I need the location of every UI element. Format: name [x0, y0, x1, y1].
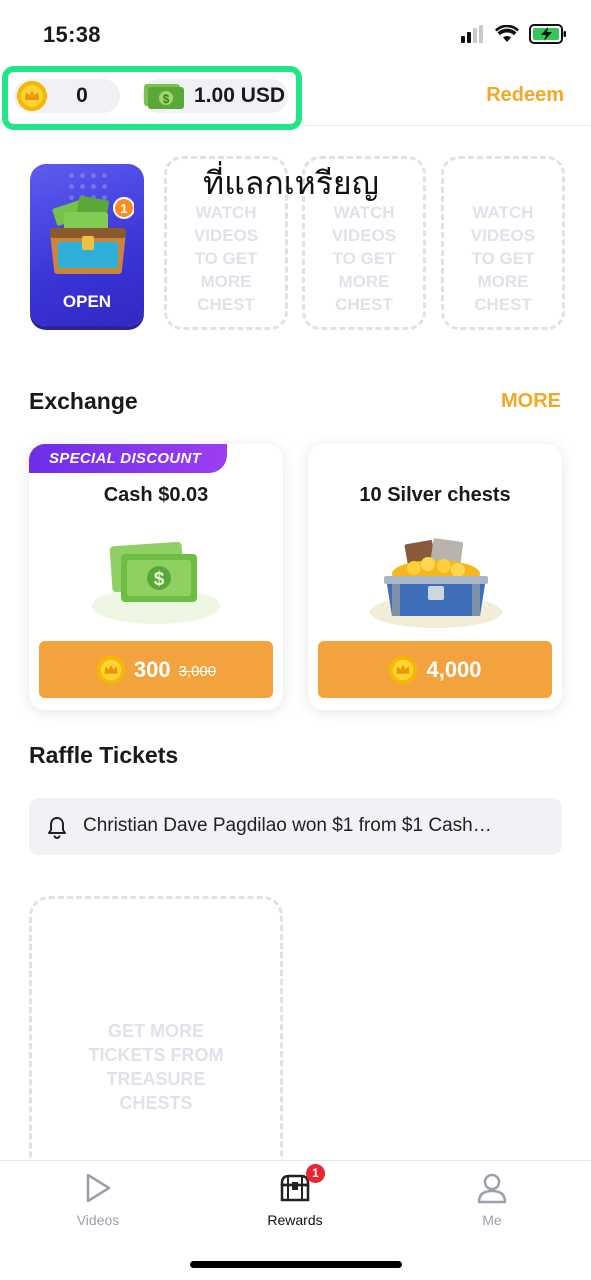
price-value: 4,000: [426, 656, 482, 682]
wallet-header: 0 $ 1.00 USD Redeem: [0, 64, 591, 130]
redeem-link[interactable]: Redeem: [486, 84, 564, 107]
battery-charging-icon: [529, 24, 566, 44]
empty-slot-text: WATCH VIDEOS TO GET MORE CHEST: [193, 203, 259, 314]
ticker-text: Christian Dave Pagdilao won $1 from $1 C…: [83, 815, 492, 836]
original-price: 3,000: [178, 662, 217, 680]
exchange-card-title: 10 Silver chests: [359, 484, 511, 506]
tab-label: Rewards: [267, 1212, 323, 1228]
gold-coin-icon: [96, 655, 125, 684]
empty-slot-text: WATCH VIDEOS TO GET MORE CHEST: [470, 203, 536, 314]
empty-ticket-text: GET MORE TICKETS FROM TREASURE CHESTS: [88, 1021, 224, 1113]
exchange-buy-button[interactable]: 4,000: [318, 641, 552, 698]
rewards-notification-badge: 1: [306, 1164, 325, 1183]
special-discount-badge: SPECIAL DISCOUNT: [29, 444, 227, 473]
tab-label: Me: [482, 1212, 502, 1228]
raffle-winner-ticker[interactable]: Christian Dave Pagdilao won $1 from $1 C…: [29, 798, 562, 855]
home-indicator[interactable]: [190, 1261, 402, 1268]
gold-coin-icon: [389, 655, 418, 684]
silver-chest-icon: [370, 538, 502, 628]
empty-slot-text: WATCH VIDEOS TO GET MORE CHEST: [331, 203, 397, 314]
person-icon: [477, 1173, 507, 1204]
wifi-icon: [495, 25, 519, 42]
exchange-more-link[interactable]: MORE: [501, 390, 561, 413]
tab-rewards[interactable]: Rewards: [235, 1171, 355, 1228]
tab-me[interactable]: Me: [432, 1171, 552, 1228]
overlay-title: ที่แลกเหรียญ: [203, 164, 379, 202]
status-bar: 15:38: [0, 0, 591, 64]
cellular-signal-icon: [461, 25, 483, 43]
exchange-buy-button[interactable]: 300 3,000: [39, 641, 273, 698]
svg-text:$: $: [154, 569, 165, 590]
empty-chest-slot: WATCH VIDEOS TO GET MORE CHEST: [441, 156, 565, 330]
chest-count-badge: 1: [120, 201, 127, 216]
play-icon: [86, 1173, 111, 1203]
exchange-card-cash[interactable]: SPECIAL DISCOUNT Cash $0.03 $ 300 3,000: [29, 444, 283, 710]
balance-highlight-box: [2, 66, 302, 130]
exchange-card-silver-chests[interactable]: 10 Silver chests 4,000: [308, 444, 562, 710]
treasure-chest-icon: 1: [50, 195, 134, 274]
status-icons: [461, 24, 567, 44]
price-value: 300: [133, 656, 171, 682]
tab-label: Videos: [76, 1212, 120, 1228]
bell-icon: [48, 817, 66, 839]
cash-stack-icon: $: [92, 541, 220, 624]
exchange-card-title: Cash $0.03: [103, 484, 209, 506]
exchange-heading: Exchange: [29, 388, 138, 414]
empty-ticket-slot: GET MORE TICKETS FROM TREASURE CHESTS: [29, 896, 283, 1186]
tab-videos[interactable]: Videos: [38, 1171, 158, 1228]
open-chest-card[interactable]: 1 OPEN: [30, 164, 144, 326]
open-chest-label: OPEN: [62, 292, 112, 311]
status-time: 15:38: [43, 22, 101, 47]
raffle-heading: Raffle Tickets: [29, 742, 179, 768]
